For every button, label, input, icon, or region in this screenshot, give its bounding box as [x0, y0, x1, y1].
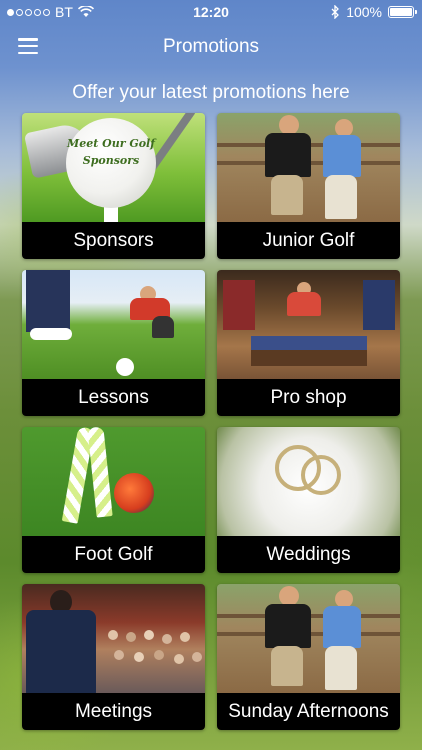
- status-right: 100%: [331, 4, 417, 20]
- battery-percent: 100%: [346, 4, 382, 20]
- page-subtitle: Offer your latest promotions here: [72, 82, 350, 103]
- battery-icon: [388, 6, 417, 18]
- tile-label: Weddings: [217, 536, 400, 573]
- junior-golf-image: [217, 113, 400, 222]
- tile-pro-shop[interactable]: Pro shop: [217, 270, 400, 416]
- tile-label: Pro shop: [217, 379, 400, 416]
- tile-label: Lessons: [22, 379, 205, 416]
- foot-golf-image: [22, 427, 205, 536]
- sponsors-image-text: Meet Our Golf Sponsors: [67, 137, 155, 167]
- status-bar: BT 12:20 100%: [0, 0, 422, 24]
- tile-label: Foot Golf: [22, 536, 205, 573]
- tile-label: Meetings: [22, 693, 205, 730]
- meetings-image: [22, 584, 205, 693]
- pro-shop-image: [217, 270, 400, 379]
- battery-level: [390, 8, 412, 16]
- sunday-afternoons-image: [217, 584, 400, 693]
- tile-junior-golf[interactable]: Junior Golf: [217, 113, 400, 259]
- tile-label: Sponsors: [22, 222, 205, 259]
- tile-weddings[interactable]: Weddings: [217, 427, 400, 573]
- page-title: Promotions: [162, 36, 260, 57]
- sponsors-image: Meet Our Golf Sponsors: [22, 113, 205, 222]
- tile-foot-golf[interactable]: Foot Golf: [22, 427, 205, 573]
- tile-sponsors[interactable]: Meet Our Golf Sponsors Sponsors: [22, 113, 205, 259]
- tile-meetings[interactable]: Meetings: [22, 584, 205, 730]
- tile-sunday-afternoons[interactable]: Sunday Afternoons: [217, 584, 400, 730]
- tile-label: Sunday Afternoons: [217, 693, 400, 730]
- tile-lessons[interactable]: Lessons: [22, 270, 205, 416]
- lessons-image: [22, 270, 205, 379]
- bluetooth-icon: [331, 5, 340, 19]
- navigation-bar: Promotions: [0, 24, 422, 70]
- tile-label: Junior Golf: [217, 222, 400, 259]
- weddings-image: [217, 427, 400, 536]
